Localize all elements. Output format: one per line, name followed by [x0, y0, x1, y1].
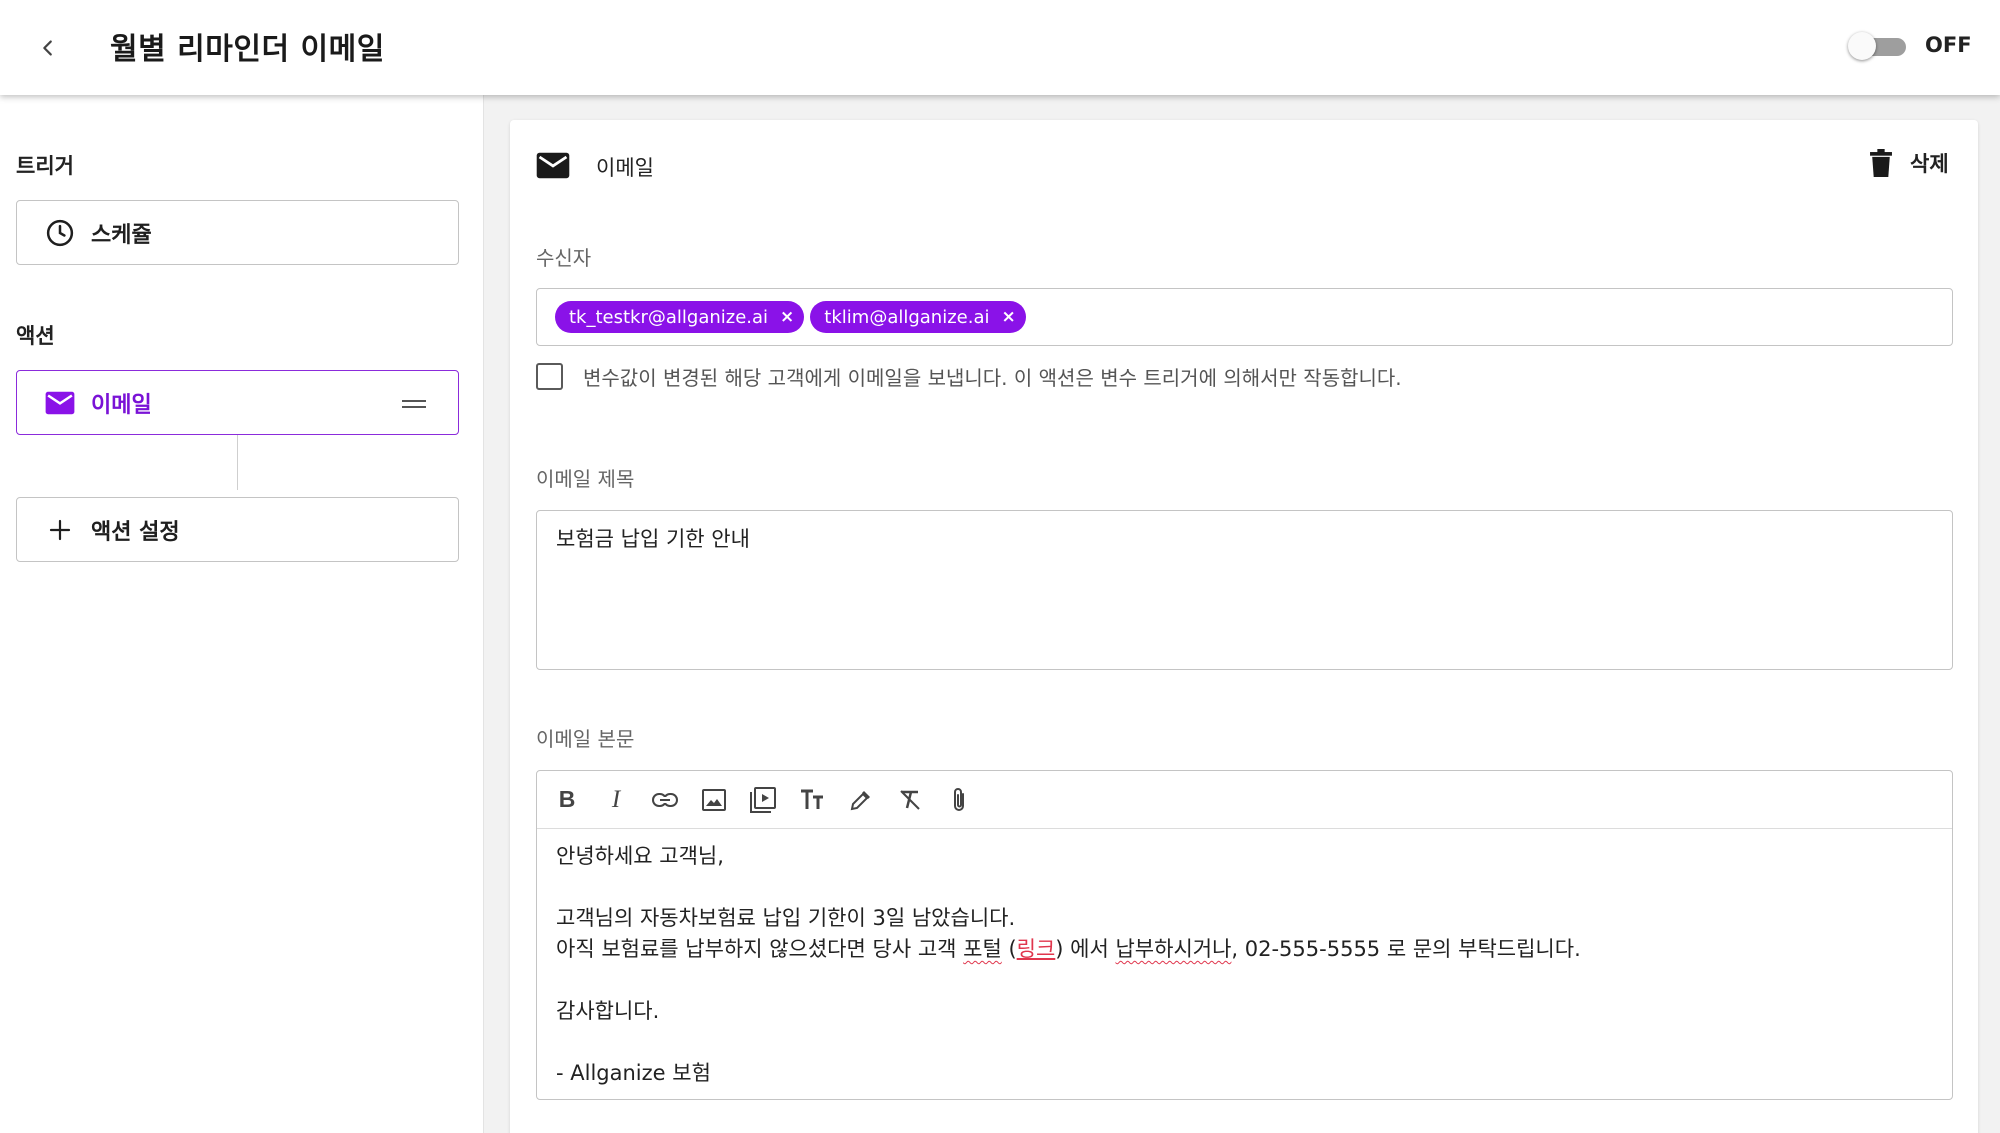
- body-blank-line: [556, 872, 1933, 903]
- recipient-chip[interactable]: tk_testkr@allganize.ai ×: [555, 301, 805, 333]
- trigger-item-label: 스케쥴: [91, 222, 152, 248]
- text-size-icon[interactable]: [792, 780, 832, 820]
- body-editor: B I 안녕하세요 고객님, 고객님의 자동차보험료 납입 기한이 3일 남았습…: [536, 770, 1953, 1100]
- video-icon[interactable]: [743, 780, 783, 820]
- variable-recipient-checkbox[interactable]: [536, 363, 563, 390]
- email-action-card: 이메일 삭제 수신자 tk_testkr@allganize.ai × tkli…: [510, 120, 1978, 1133]
- drag-handle-icon[interactable]: [402, 400, 426, 408]
- plus-icon: [45, 515, 75, 545]
- bold-icon[interactable]: B: [547, 780, 587, 820]
- link-icon[interactable]: [645, 780, 685, 820]
- body-label: 이메일 본문: [536, 727, 635, 751]
- spellcheck-word: 포털: [963, 937, 1002, 961]
- mail-icon: [45, 388, 75, 418]
- toggle-knob: [1848, 32, 1876, 60]
- flow-connector-line: [237, 435, 238, 490]
- portal-link[interactable]: 링크: [1017, 937, 1056, 961]
- editor-toolbar: B I: [537, 771, 1952, 829]
- page-title: 월별 리마인더 이메일: [110, 32, 385, 67]
- recipient-chip-label: tklim@allganize.ai: [824, 306, 990, 328]
- trash-icon: [1870, 149, 1892, 177]
- body-editor-content[interactable]: 안녕하세요 고객님, 고객님의 자동차보험료 납입 기한이 3일 남았습니다. …: [537, 829, 1952, 1101]
- flow-sidebar: 트리거 스케쥴 액션 이메일 액션 설정: [0, 95, 484, 1133]
- trigger-schedule-item[interactable]: 스케쥴: [16, 200, 459, 265]
- body-text: , 02-555-5555 로 문의 부탁드립니다.: [1231, 937, 1581, 961]
- body-text: 아직 보험료를 납부하지 않으셨다면 당사 고객: [556, 937, 964, 961]
- body-line: 안녕하세요 고객님,: [556, 844, 724, 868]
- delete-label: 삭제: [1910, 152, 1949, 176]
- action-section-label: 액션: [16, 324, 55, 348]
- body-blank-line: [556, 1027, 1933, 1058]
- body-text: ) 에서: [1055, 937, 1116, 961]
- remove-chip-icon[interactable]: ×: [1002, 307, 1016, 327]
- body-line: 고객님의 자동차보험료 납입 기한이 3일 남았습니다.: [556, 906, 1016, 930]
- subject-input[interactable]: 보험금 납입 기한 안내: [536, 510, 1953, 670]
- subject-label: 이메일 제목: [536, 467, 635, 491]
- variable-recipient-label: 변수값이 변경된 해당 고객에게 이메일을 보냅니다. 이 액션은 변수 트리거…: [583, 366, 1402, 390]
- attachment-icon[interactable]: [939, 780, 979, 820]
- back-button[interactable]: [28, 28, 68, 68]
- body-line: 아직 보험료를 납부하지 않으셨다면 당사 고객 포털 (링크) 에서 납부하시…: [556, 934, 1933, 965]
- action-email-item[interactable]: 이메일: [16, 370, 459, 435]
- variable-recipient-option: 변수값이 변경된 해당 고객에게 이메일을 보냅니다. 이 액션은 변수 트리거…: [536, 362, 1402, 391]
- recipient-chip[interactable]: tklim@allganize.ai ×: [810, 301, 1026, 333]
- recipients-label: 수신자: [536, 246, 592, 270]
- active-toggle[interactable]: [1848, 32, 1908, 60]
- toggle-status-label: OFF: [1925, 33, 1972, 57]
- spellcheck-word: 납부하시거나: [1115, 937, 1232, 961]
- recipients-input[interactable]: tk_testkr@allganize.ai × tklim@allganize…: [536, 288, 1953, 346]
- image-icon[interactable]: [694, 780, 734, 820]
- color-picker-icon[interactable]: [841, 780, 881, 820]
- recipient-chip-label: tk_testkr@allganize.ai: [569, 306, 769, 328]
- add-action-button[interactable]: 액션 설정: [16, 497, 459, 562]
- add-action-label: 액션 설정: [91, 519, 180, 545]
- remove-chip-icon[interactable]: ×: [780, 307, 794, 327]
- mail-icon: [536, 152, 570, 183]
- body-text: (: [1001, 937, 1017, 961]
- body-line: - Allganize 보험: [556, 1061, 711, 1085]
- body-blank-line: [556, 965, 1933, 996]
- chevron-left-icon: [43, 40, 52, 56]
- body-line: 감사합니다.: [556, 999, 660, 1023]
- action-item-label: 이메일: [91, 392, 152, 418]
- clock-icon: [45, 218, 75, 248]
- clear-format-icon[interactable]: [890, 780, 930, 820]
- top-bar: 월별 리마인더 이메일 OFF: [0, 0, 2000, 95]
- trigger-section-label: 트리거: [16, 154, 74, 178]
- italic-icon[interactable]: I: [596, 780, 636, 820]
- card-title: 이메일: [596, 156, 654, 180]
- delete-button[interactable]: 삭제: [1870, 146, 1949, 180]
